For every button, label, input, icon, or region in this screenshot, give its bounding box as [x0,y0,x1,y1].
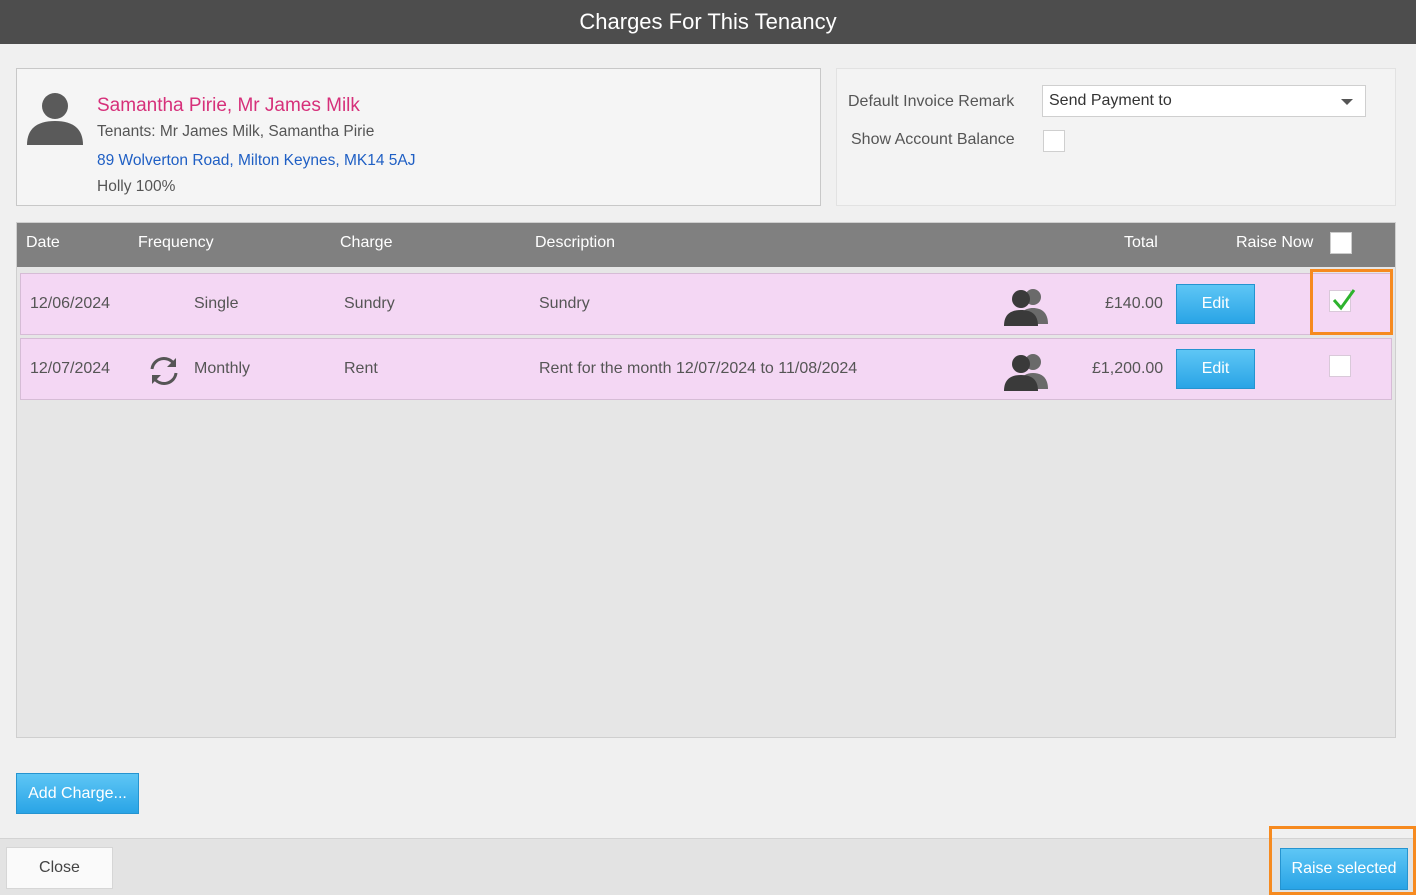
tenant-summary-card: Samantha Pirie, Mr James Milk Tenants: M… [16,68,821,206]
invoice-remark-select[interactable]: Send Payment to [1042,85,1366,117]
invoice-remark-value: Send Payment to [1049,92,1172,109]
row-date: 12/06/2024 [30,295,111,312]
header-description: Description [535,234,616,251]
row-date: 12/07/2024 [30,360,111,377]
header-date: Date [26,234,60,251]
header-total: Total [1124,234,1158,251]
row-charge: Rent [344,360,378,377]
row-description: Rent for the month 12/07/2024 to 11/08/2… [539,360,858,377]
repeat-icon [150,357,178,385]
edit-charge-button[interactable]: Edit [1176,284,1255,324]
show-balance-checkbox[interactable] [1043,130,1065,152]
row-frequency: Monthly [194,360,251,377]
row-frequency: Single [194,295,239,312]
tenant-list: Tenants: Mr James Milk, Samantha Pirie [97,123,375,140]
raise-selected-button[interactable]: Raise selected [1280,848,1408,890]
header-frequency: Frequency [138,234,214,251]
close-button[interactable]: Close [6,847,113,889]
show-balance-label: Show Account Balance [851,131,1015,148]
dialog-title: Charges For This Tenancy [0,0,1416,44]
invoice-settings-panel: Default Invoice Remark Send Payment to S… [836,68,1396,206]
select-all-checkbox[interactable] [1330,232,1352,254]
owner-share: Holly 100% [97,178,176,195]
tenant-name: Samantha Pirie, Mr James Milk [97,95,360,116]
edit-charge-button[interactable]: Edit [1176,349,1255,389]
row-charge: Sundry [344,295,395,312]
add-charge-button[interactable]: Add Charge... [16,773,139,814]
header-raise-now: Raise Now [1236,234,1314,251]
grid-header: Date Frequency Charge Description Total … [17,223,1395,267]
header-charge: Charge [340,234,393,251]
avatar-icon [27,93,83,145]
row-description: Sundry [539,295,590,312]
row-total: £140.00 [1105,295,1163,312]
raise-now-checkbox[interactable] [1329,355,1351,377]
invoice-remark-label: Default Invoice Remark [848,93,1015,110]
table-row: 12/06/2024 Single Sundry Sundry £140.00 … [20,273,1392,335]
charges-grid: Date Frequency Charge Description Total … [16,222,1396,738]
chevron-down-icon [1341,99,1353,105]
people-icon[interactable] [1003,351,1049,391]
checkmark-icon [1332,289,1356,311]
table-row: 12/07/2024 Monthly Rent Rent for the mon… [20,338,1392,400]
property-address-link[interactable]: 89 Wolverton Road, Milton Keynes, MK14 5… [97,152,415,170]
row-total: £1,200.00 [1092,360,1164,377]
people-icon[interactable] [1003,286,1049,326]
dialog-footer: Close Raise selected [0,838,1416,895]
raise-now-checkbox[interactable] [1329,289,1356,312]
